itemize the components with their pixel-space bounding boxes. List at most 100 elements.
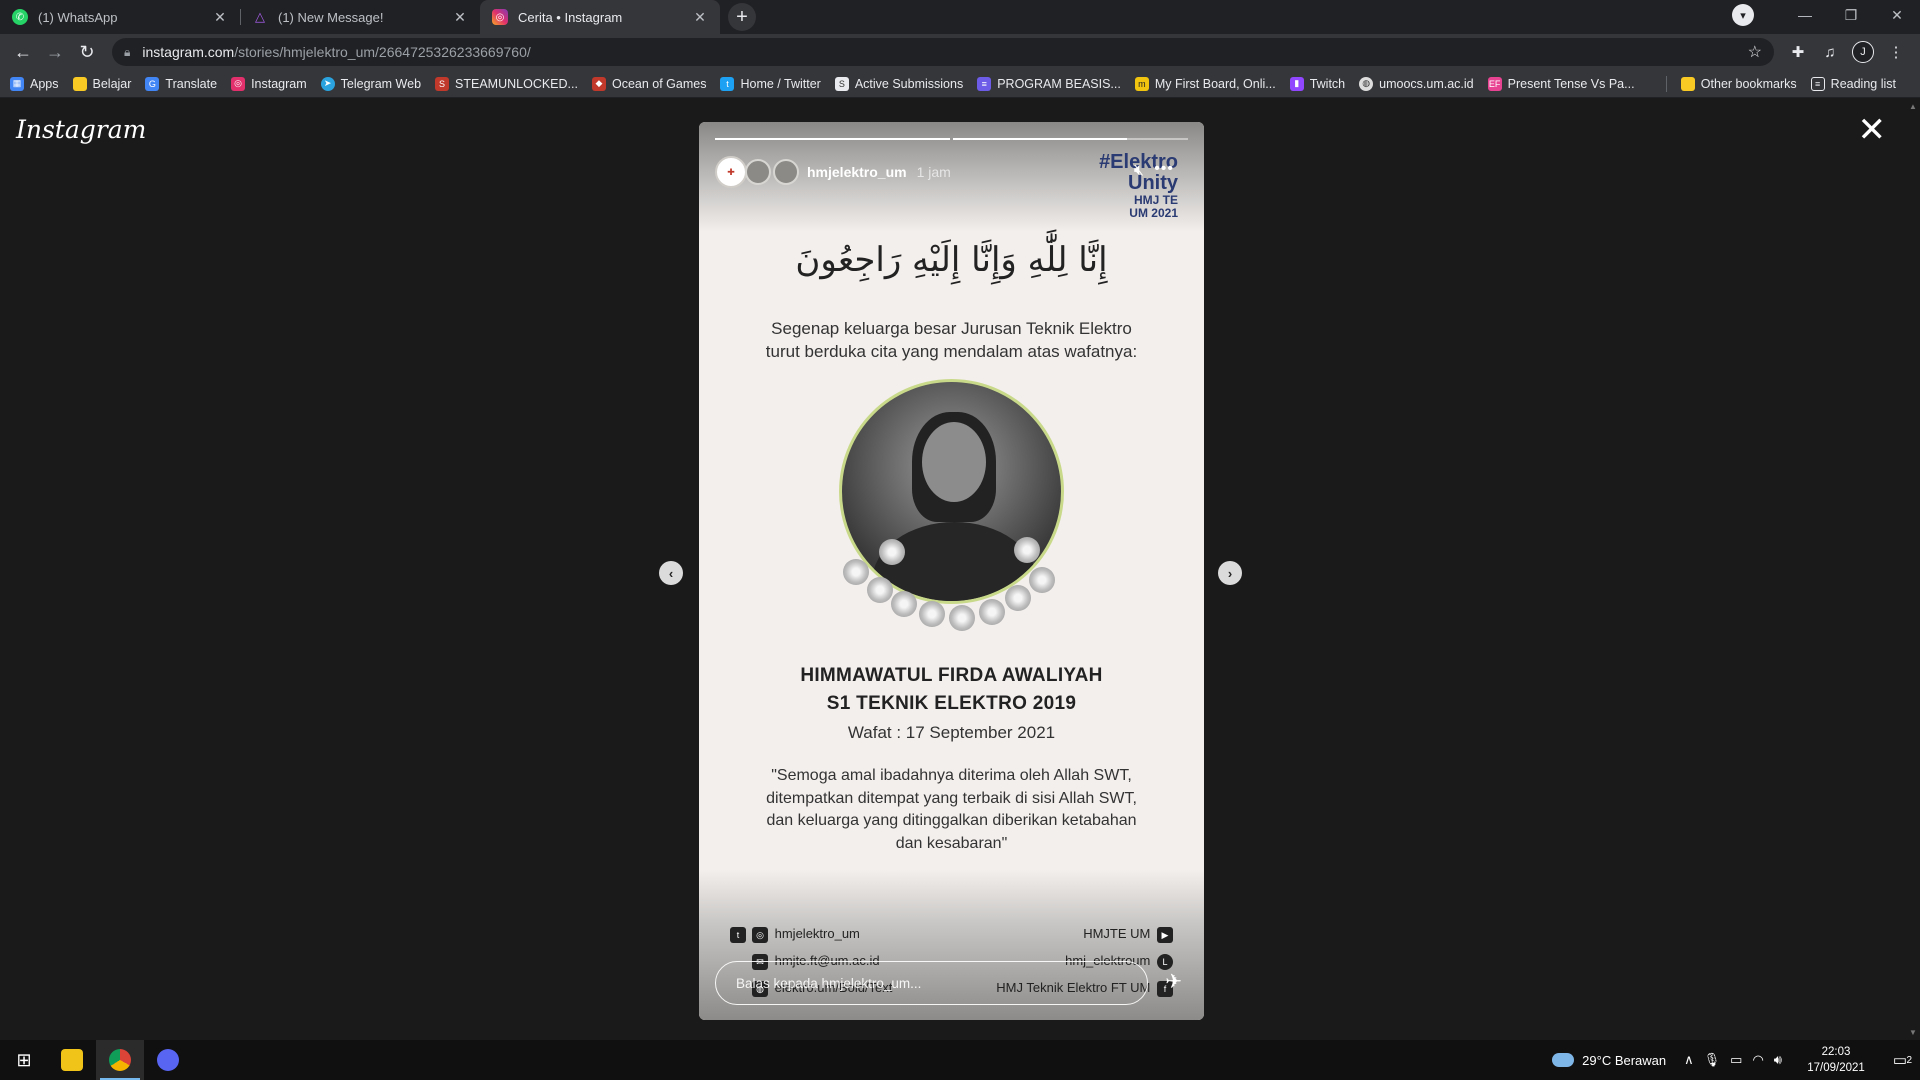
clock-date: 17/09/2021 [1807, 1062, 1865, 1074]
minimize-button[interactable]: — [1782, 7, 1828, 23]
bookmark-translate[interactable]: G Translate [145, 76, 217, 91]
weather-widget[interactable]: 29°C Berawan [1552, 1053, 1666, 1068]
logo-badge [745, 159, 771, 185]
profile-avatar-icon[interactable]: J [1852, 41, 1874, 63]
taskbar-file-explorer[interactable] [48, 1040, 96, 1080]
tab-instagram[interactable]: ◎ Cerita • Instagram ✕ [480, 0, 720, 34]
flower [979, 599, 1005, 625]
bookmark-ocean-of-games[interactable]: ◆ Ocean of Games [591, 76, 706, 91]
close-tab-icon[interactable]: ✕ [212, 9, 228, 26]
wifi-icon[interactable]: ◠ [1752, 1052, 1763, 1068]
tab-search-icon[interactable]: ▾ [1732, 4, 1754, 26]
menu-icon[interactable]: ⋮ [1880, 43, 1912, 61]
back-button[interactable]: ← [8, 37, 38, 67]
clock[interactable]: 22:03 17/09/2021 [1800, 1044, 1872, 1076]
youtube-icon: ▶ [1157, 926, 1173, 943]
mute-icon[interactable]: 🔇︎ [1134, 162, 1144, 180]
volume-icon[interactable]: 🔊︎ [1774, 1052, 1782, 1068]
reply-input[interactable]: Balas kepada hmjelektro_um... [715, 961, 1148, 1005]
close-story-button[interactable]: ✕ [1858, 113, 1887, 147]
bookmark-apps[interactable]: ▦ Apps [10, 76, 59, 91]
notification-count: 2 [1906, 1055, 1912, 1066]
flower [1029, 567, 1055, 593]
address-host: instagram.com [142, 44, 235, 60]
reload-button[interactable]: ↻ [72, 37, 102, 67]
bookmark-my-first-board[interactable]: m My First Board, Onli... [1134, 76, 1276, 91]
hashtag-badge-1: HMJ TE [1133, 193, 1178, 207]
bookmark-star-icon[interactable]: ☆ [1748, 42, 1762, 62]
line-icon: L [1157, 953, 1173, 970]
telegram-icon: ➤ [320, 76, 335, 91]
address-path: /stories/hmjelektro_um/26647253262336697… [234, 44, 531, 60]
bookmark-active-submissions[interactable]: S Active Submissions [834, 76, 963, 91]
send-direct-icon[interactable]: ✈ [1165, 969, 1182, 994]
translate-icon: G [145, 76, 160, 91]
arabic-calligraphy: إِنَّا لِلَّٰهِ وَإِنَّا إِلَيْهِ رَاجِع… [795, 240, 1108, 280]
microphone-icon[interactable]: 🎙︎ [1704, 1052, 1721, 1068]
taskbar-discord[interactable] [144, 1040, 192, 1080]
whatsapp-icon: ✆ [12, 9, 28, 25]
bookmark-other[interactable]: Other bookmarks [1680, 76, 1797, 92]
scroll-down-icon[interactable]: ▼ [1909, 1028, 1917, 1037]
windows-start-icon[interactable]: ⊞ [0, 1040, 48, 1080]
bookmark-steamunlocked[interactable]: S STEAMUNLOCKED... [435, 76, 578, 91]
forward-button[interactable]: → [40, 37, 70, 67]
bookmark-telegram[interactable]: ➤ Telegram Web [320, 76, 421, 91]
story-footer: t ◎ hmjelektro_um ✉ hmjte.ft@um.ac.id ◍ e… [699, 870, 1204, 1020]
story-viewer[interactable]: ✚ hmjelektro_um 1 jam #Elektro Unity HMJ… [699, 122, 1204, 1020]
instagram-logo[interactable]: Instagram [16, 115, 146, 144]
list-icon: ≡ [977, 76, 992, 91]
story-timestamp: 1 jam [916, 164, 951, 180]
tab-whatsapp[interactable]: ✆ (1) WhatsApp ✕ [0, 0, 240, 34]
close-window-button[interactable]: ✕ [1874, 7, 1920, 24]
address-bar[interactable]: 🔒︎ instagram.com/stories/hmjelektro_um/2… [112, 38, 1774, 66]
scroll-up-icon[interactable]: ▲ [1909, 102, 1917, 111]
bookmarks-separator [1665, 75, 1667, 92]
twitter-icon: t [730, 926, 746, 943]
bookmark-program-beasiswa[interactable]: ≡ PROGRAM BEASIS... [977, 76, 1121, 91]
deceased-name: HIMMAWATUL FIRDA AWALIYAH S1 TEKNIK ELEK… [699, 662, 1204, 718]
story-username[interactable]: hmjelektro_um [807, 164, 907, 180]
chevron-up-icon[interactable]: ∧ [1684, 1052, 1694, 1068]
notification-center-icon[interactable]: ▭ 2 [1880, 1051, 1920, 1069]
progress-segment-current [953, 138, 1188, 140]
battery-icon[interactable]: ▭ [1730, 1052, 1742, 1068]
flower [891, 591, 917, 617]
bookmark-umoocs[interactable]: ◍ umoocs.um.ac.id [1359, 76, 1474, 91]
reading-list-icon: ≡ [1810, 76, 1825, 91]
close-tab-icon[interactable]: ✕ [452, 9, 468, 26]
quote-line-3: dan keluarga yang ditinggalkan diberikan… [766, 812, 1137, 829]
flower-wreath [839, 519, 1064, 631]
bookmark-twitter[interactable]: t Home / Twitter [720, 76, 821, 91]
page-scrollbar[interactable]: ▲ ▼ [1906, 99, 1920, 1040]
next-story-button[interactable]: › [1218, 561, 1242, 585]
bookmark-belajar[interactable]: Belajar [72, 76, 131, 91]
chrome-icon [109, 1049, 131, 1071]
twitch-icon: ▮ [1289, 76, 1304, 91]
more-options-icon[interactable]: ••• [1154, 160, 1174, 178]
close-tab-icon[interactable]: ✕ [692, 9, 708, 26]
footer-youtube-channel: HMJTE UM [1083, 926, 1151, 941]
bookmark-present-tense[interactable]: EF Present Tense Vs Pa... [1487, 76, 1635, 91]
media-controls-icon[interactable]: ♫ [1814, 44, 1846, 61]
tab-strip: ✆ (1) WhatsApp ✕ △ (1) New Message! ✕ ◎ … [0, 0, 1920, 34]
folder-icon [1680, 76, 1695, 91]
ef-icon: EF [1487, 76, 1502, 91]
tab-new-message[interactable]: △ (1) New Message! ✕ [240, 0, 480, 34]
flower [1005, 585, 1031, 611]
flower [867, 577, 893, 603]
weather-text: 29°C Berawan [1582, 1052, 1667, 1068]
new-tab-button[interactable]: + [728, 3, 756, 31]
window-controls: ▾ — ❐ ✕ [1732, 0, 1920, 30]
bookmark-instagram[interactable]: ◎ Instagram [231, 76, 307, 91]
bookmark-reading-list[interactable]: ≡ Reading list [1810, 76, 1896, 92]
bookmark-twitch[interactable]: ▮ Twitch [1289, 76, 1345, 91]
taskbar-chrome[interactable] [96, 1040, 144, 1080]
lock-icon[interactable]: 🔒︎ [124, 45, 130, 60]
restore-button[interactable]: ❐ [1828, 7, 1874, 24]
extensions-icon[interactable]: ✚ [1782, 43, 1814, 61]
previous-story-button[interactable]: ‹ [659, 561, 683, 585]
instagram-icon: ◎ [231, 76, 246, 91]
footer-instagram-handle: hmjelektro_um [774, 926, 860, 941]
logo-badge [773, 159, 799, 185]
